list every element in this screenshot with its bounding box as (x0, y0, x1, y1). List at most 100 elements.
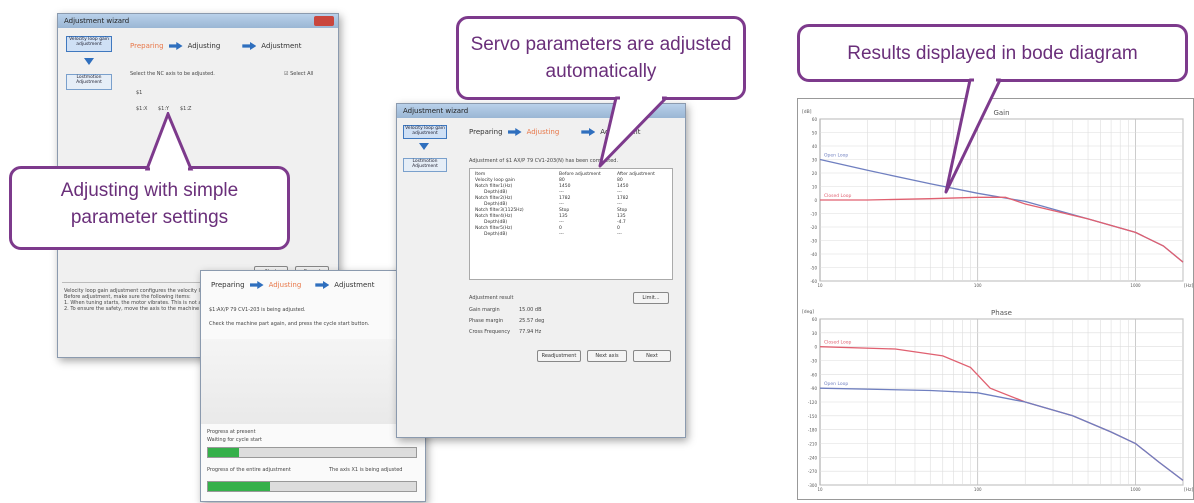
x-tick-label: 1000 (1130, 283, 1141, 288)
select-all-label: Select All (290, 71, 314, 77)
result-row: Cross Frequency 77.94 Hz (469, 329, 629, 340)
y-tick-label: -50 (810, 266, 817, 271)
content-area (201, 339, 425, 424)
result-row: Phase margin 25.57 deg (469, 318, 629, 329)
status-text: $1:AX/P 79 CV1-203 is being adjusted. (209, 307, 306, 313)
y-axis-label: [deg] (802, 309, 814, 315)
close-button[interactable] (314, 16, 334, 26)
y-tick-label: 30 (812, 331, 818, 336)
y-tick-label: -180 (808, 428, 818, 433)
window-title: Adjustment wizard (58, 14, 338, 28)
arrow-down-icon (84, 58, 94, 65)
callout-simple-text: Adjusting with simple parameter settings (60, 180, 239, 228)
y-tick-label: 10 (812, 185, 818, 190)
result-value: 77.94 Hz (519, 329, 542, 335)
y-tick-label: -40 (810, 252, 817, 257)
step-preparing: Preparing (469, 128, 503, 136)
callout-servo-text: Servo parameters are adjusted automatica… (470, 34, 732, 82)
callout-bode-pointer (944, 77, 1002, 194)
y-tick-label: 60 (812, 317, 818, 322)
y-tick-label: 0 (814, 345, 817, 350)
sidebar-velocity-loop-button[interactable]: Velocity loop gain adjustment (66, 36, 112, 52)
y-axis-label: [dB] (802, 109, 812, 115)
arrow-down-icon (419, 143, 429, 150)
progress-present-status: Waiting for cycle start (207, 437, 262, 443)
step-adjusting: Adjusting (526, 128, 560, 136)
series-label: Open Loop (824, 381, 848, 387)
step-preparing: Preparing (211, 281, 245, 289)
step-adjustment: Adjustment (261, 42, 302, 50)
readjustment-button[interactable]: Readjustment (537, 350, 581, 362)
progress-present-label: Progress at present (207, 429, 256, 435)
table-row: Depth(dB) --- --- (472, 231, 658, 237)
y-tick-label: 20 (812, 171, 818, 176)
next-button[interactable]: Next (633, 350, 671, 362)
step-arrow-icon (168, 42, 183, 50)
y-tick-label: -60 (810, 372, 817, 377)
table-cell: --- (617, 231, 622, 237)
callout-servo-pointer (598, 95, 668, 168)
x-tick-label: 100 (974, 487, 982, 492)
sidebar-lostmotion-button[interactable]: Lostmotion Adjustment (403, 158, 447, 172)
y-tick-label: -20 (810, 225, 817, 230)
result-label: Adjustment result (469, 295, 514, 301)
step-arrow-icon (315, 281, 330, 289)
chart-title: Phase (991, 309, 1012, 317)
y-tick-label: -300 (808, 483, 818, 488)
step-indicator: Preparing Adjusting Adjustment (211, 281, 375, 289)
callout-simple-settings: Adjusting with simple parameter settings (9, 166, 290, 250)
y-tick-label: -60 (810, 279, 817, 284)
y-tick-label: 40 (812, 144, 818, 149)
series-label: Open Loop (824, 153, 848, 159)
y-tick-label: -150 (808, 414, 818, 419)
y-tick-label: -30 (810, 359, 817, 364)
callout-servo-params: Servo parameters are adjusted automatica… (456, 16, 746, 100)
instruction-text: Check the machine part again, and press … (209, 321, 370, 327)
table-cell: Depth(dB) (484, 231, 508, 237)
result-row: Gain margin 15.00 dB (469, 307, 629, 318)
y-tick-label: -210 (808, 442, 818, 447)
y-tick-label: 0 (814, 198, 817, 203)
next-axis-button[interactable]: Next axis (587, 350, 627, 362)
step-adjusting: Adjusting (187, 42, 221, 50)
select-axis-label: Select the NC axis to be adjusted. (130, 71, 215, 77)
progress-bar-entire (207, 481, 417, 492)
limit-button[interactable]: Limit... (633, 292, 669, 304)
y-tick-label: 50 (812, 131, 818, 136)
callout-bode: Results displayed in bode diagram (797, 24, 1188, 82)
sidebar-lostmotion-button[interactable]: Lostmotion Adjustment (66, 74, 112, 90)
y-tick-label: 60 (812, 117, 818, 122)
series-label: Closed Loop (824, 340, 851, 346)
step-adjusting: Adjusting (268, 281, 302, 289)
result-name: Phase margin (469, 318, 504, 324)
adjustment-wizard-window-progress: Preparing Adjusting Adjustment $1:AX/P 79 … (200, 270, 426, 502)
result-value: 25.57 deg (519, 318, 545, 324)
x-tick-label: 1000 (1130, 487, 1141, 492)
result-value: 15.00 dB (519, 307, 542, 313)
progress-fill-entire (208, 482, 271, 491)
callout-simple-pointer (145, 112, 194, 172)
y-tick-label: -10 (810, 212, 817, 217)
notes: Velocity loop gain adjustment configures… (64, 288, 204, 312)
callout-bode-text: Results displayed in bode diagram (847, 43, 1138, 64)
x-axis-label: [Hz] (1184, 487, 1193, 493)
table-cell: --- (559, 231, 564, 237)
y-tick-label: -30 (810, 239, 817, 244)
axis-group-label: $1 (136, 90, 143, 96)
x-axis-label: [Hz] (1184, 283, 1193, 289)
note-line: 2. To ensure the safety, move the axis t… (64, 306, 204, 312)
x-tick-label: 10 (817, 487, 823, 492)
y-tick-label: 30 (812, 158, 818, 163)
step-arrow-icon (507, 128, 522, 136)
step-arrow-icon (242, 42, 257, 50)
result-table: Item Before adjustment After adjustment … (472, 171, 658, 237)
step-preparing: Preparing (130, 42, 164, 50)
progress-entire-label: Progress of the entire adjustment (207, 467, 291, 473)
select-all-checkbox[interactable]: ☑ Select All (284, 71, 313, 77)
sidebar-velocity-loop-button[interactable]: Velocity loop gain adjustment (403, 125, 447, 139)
result-name: Gain margin (469, 307, 500, 313)
step-arrow-icon (249, 281, 264, 289)
progress-entire-status: The axis X1 is being adjusted (329, 467, 403, 473)
x-tick-label: 100 (974, 283, 982, 288)
y-tick-label: -270 (808, 469, 818, 474)
